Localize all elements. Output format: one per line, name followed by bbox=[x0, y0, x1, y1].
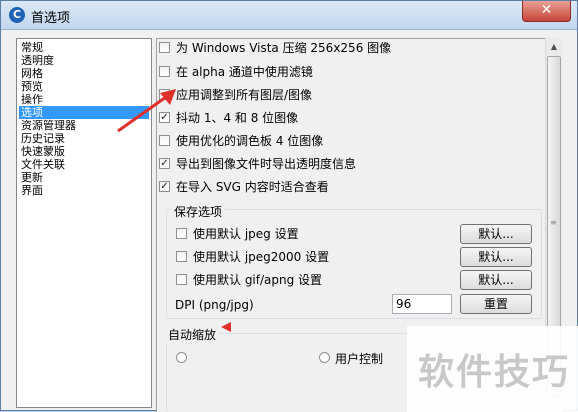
close-icon: ✕ bbox=[540, 2, 553, 18]
option-label: 应用调整到所有图层/图像 bbox=[176, 88, 313, 102]
nav-item-transparency[interactable]: 透明度 bbox=[19, 54, 54, 67]
watermark-text: 软件技巧 bbox=[418, 352, 571, 393]
preferences-window: C 首选项 ✕ 常规 透明度 网格 预览 操作 选项 资源管理器 历史记录 快速… bbox=[0, 0, 578, 412]
chevron-up-icon[interactable]: ▲ bbox=[546, 39, 562, 55]
close-button[interactable]: ✕ bbox=[522, 1, 571, 22]
nav-item-preview[interactable]: 预览 bbox=[19, 80, 43, 93]
option-label: 在 alpha 通道中使用滤镜 bbox=[176, 65, 313, 79]
check-icon: ✓ bbox=[160, 181, 169, 192]
nav-item-general[interactable]: 常规 bbox=[19, 41, 43, 54]
nav-item-interface[interactable]: 界面 bbox=[19, 184, 43, 197]
annotation-arrow-icon bbox=[117, 89, 176, 133]
nav-item-history[interactable]: 历史记录 bbox=[19, 132, 65, 145]
gif-default-button[interactable]: 默认... bbox=[460, 270, 532, 290]
option-label: 在导入 SVG 内容时适合查看 bbox=[176, 180, 329, 194]
option-label: 使用优化的调色板 4 位图像 bbox=[176, 134, 324, 148]
save-options-title: 保存选项 bbox=[171, 203, 226, 220]
check-icon: ✓ bbox=[160, 158, 169, 169]
zoom-radio-b[interactable] bbox=[319, 352, 330, 363]
checkbox[interactable] bbox=[159, 42, 170, 53]
option-label: 使用默认 jpeg2000 设置 bbox=[193, 250, 330, 264]
zoom-radio-b-label: 用户控制 bbox=[335, 352, 384, 366]
checkbox[interactable] bbox=[176, 228, 187, 239]
checkbox[interactable] bbox=[176, 251, 187, 262]
option-label: 抖动 1、4 和 8 位图像 bbox=[176, 111, 299, 125]
annotation-marker-icon bbox=[221, 322, 231, 332]
nav-item-operations[interactable]: 操作 bbox=[19, 93, 43, 106]
reset-button[interactable]: 重置 bbox=[460, 294, 532, 314]
checkbox[interactable] bbox=[159, 66, 170, 77]
nav-item-file-association[interactable]: 文件关联 bbox=[19, 158, 65, 171]
zoom-radio-a[interactable] bbox=[176, 352, 187, 363]
option-label: 导出到图像文件时导出透明度信息 bbox=[176, 157, 357, 171]
app-logo-icon: C bbox=[9, 7, 25, 23]
nav-item-explorer[interactable]: 资源管理器 bbox=[19, 119, 76, 132]
window-title: 首选项 bbox=[31, 11, 71, 26]
title-bar: C 首选项 bbox=[1, 1, 577, 30]
grip-icon: ≡ bbox=[550, 218, 557, 227]
dpi-label: DPI (png/jpg) bbox=[175, 298, 254, 312]
jpeg2000-default-button[interactable]: 默认... bbox=[460, 247, 532, 267]
option-label: 使用默认 gif/apng 设置 bbox=[193, 273, 323, 287]
option-label: 为 Windows Vista 压缩 256x256 图像 bbox=[176, 41, 392, 55]
checkbox[interactable]: ✓ bbox=[159, 158, 170, 169]
checkbox[interactable] bbox=[176, 274, 187, 285]
nav-item-update[interactable]: 更新 bbox=[19, 171, 43, 184]
checkbox[interactable]: ✓ bbox=[159, 181, 170, 192]
option-label: 使用默认 jpeg 设置 bbox=[193, 227, 299, 241]
nav-item-grid[interactable]: 网格 bbox=[19, 67, 43, 80]
checkbox[interactable] bbox=[159, 135, 170, 146]
nav-item-quick-mask[interactable]: 快速蒙版 bbox=[19, 145, 65, 158]
dpi-input[interactable]: 96 bbox=[392, 294, 452, 314]
auto-zoom-title: 自动缩放 bbox=[165, 326, 220, 343]
jpeg-default-button[interactable]: 默认... bbox=[460, 224, 532, 244]
